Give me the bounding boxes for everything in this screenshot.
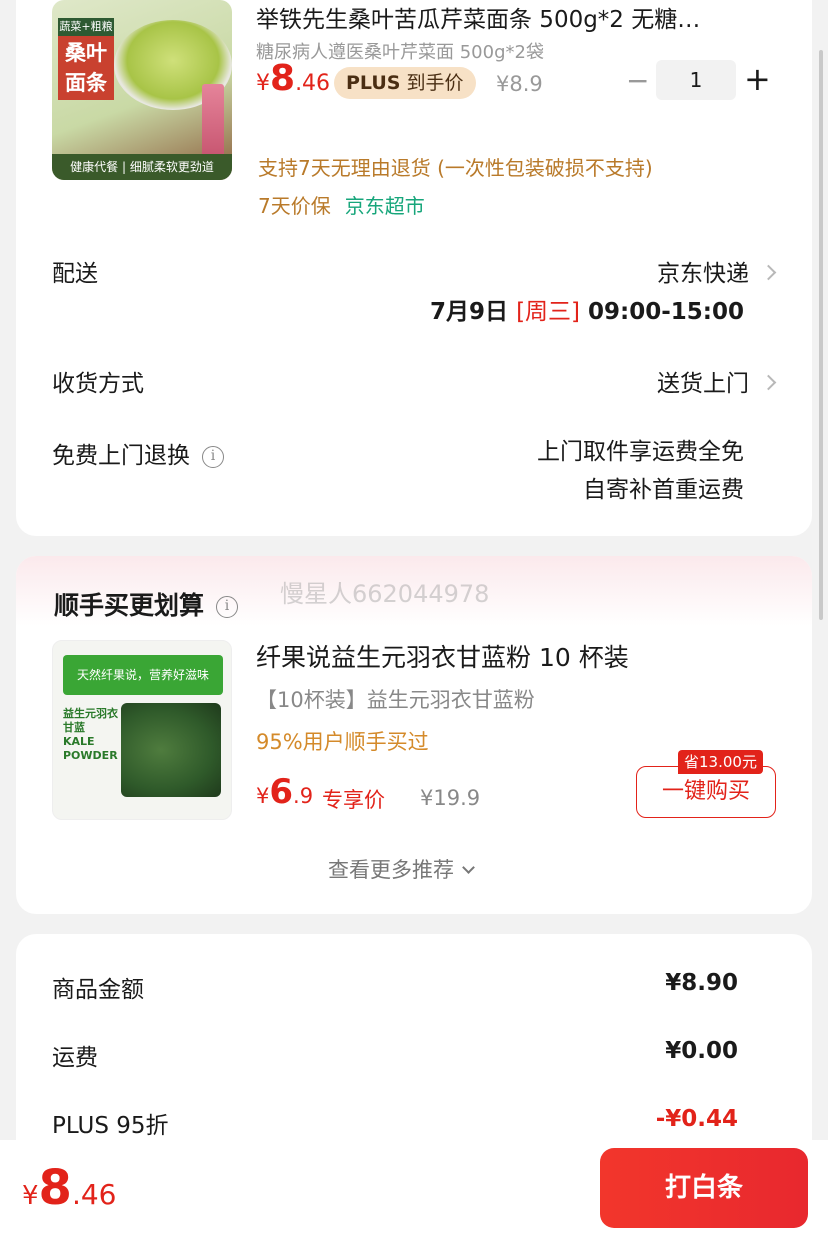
drink-bottle-illustration <box>202 84 224 158</box>
recommend-product-title[interactable]: 纤果说益生元羽衣甘蓝粉 10 杯装 <box>256 638 629 674</box>
checkout-bar: ¥8.46 打白条 <box>0 1140 828 1240</box>
price-currency: ¥ <box>256 71 270 96</box>
chevron-right-icon <box>760 374 777 391</box>
total-price: ¥8.46 <box>22 1160 116 1216</box>
save-amount-tag: 省13.00元 <box>678 750 763 774</box>
receive-method-value: 送货上门 <box>657 371 749 397</box>
price-currency: ¥ <box>22 1181 39 1211</box>
delivery-time: 7月9日 [周三] 09:00-15:00 <box>430 292 744 326</box>
summary-row-value: -¥0.44 <box>655 1106 738 1132</box>
delivery-label: 配送 <box>52 261 98 287</box>
recommend-product-subtitle: 【10杯装】益生元羽衣甘蓝粉 <box>256 688 535 712</box>
recommend-original-price: ¥19.9 <box>420 786 481 810</box>
chevron-down-icon <box>462 861 475 874</box>
recommend-price: ¥6.9 <box>256 772 313 812</box>
product-image[interactable]: 蔬菜+粗粮 桑叶面条 健康代餐 | 细腻柔软更劲道 <box>52 0 232 180</box>
summary-row-value: ¥0.00 <box>665 1038 738 1064</box>
product-original-price: ¥8.9 <box>496 72 543 96</box>
free-return-line1: 上门取件享运费全免 <box>537 439 744 465</box>
summary-row-value: ¥8.90 <box>665 970 738 996</box>
product-package-band: 天然纤果说，营养好滋味 <box>63 655 223 695</box>
recommend-bought-percent: 95%用户顺手买过 <box>256 730 429 754</box>
recommend-product-image[interactable]: 天然纤果说，营养好滋味 益生元羽衣甘蓝 KALE POWDER <box>52 640 232 820</box>
info-icon[interactable]: i <box>202 445 224 468</box>
delivery-date: 7月9日 <box>430 299 509 325</box>
pay-with-baitiao-button[interactable]: 打白条 <box>600 1148 808 1228</box>
quantity-minus-button[interactable]: − <box>626 64 649 97</box>
price-protect-tag: 7天价保 <box>258 194 331 218</box>
chevron-right-icon <box>760 264 777 281</box>
scrollbar[interactable] <box>819 50 823 620</box>
return-policy-text: 支持7天无理由退货 (一次性包装破损不支持) <box>258 156 653 180</box>
summary-row-label: PLUS 95折 <box>52 1113 169 1139</box>
product-image-tag-main: 桑叶面条 <box>58 36 114 100</box>
service-tags: 7天价保 京东超市 <box>258 190 425 219</box>
quantity-plus-button[interactable]: + <box>744 60 771 98</box>
plus-badge-plus: PLUS <box>346 72 401 94</box>
recommend-title: 顺手买更划算 i <box>54 586 239 622</box>
product-title[interactable]: 举铁先生桑叶苦瓜芹菜面条 500g*2 无糖… <box>256 0 776 34</box>
free-return-label: 免费上门退换 <box>52 443 190 469</box>
delivery-method-row[interactable]: 京东快递 <box>657 254 777 288</box>
summary-row-label: 商品金额 <box>52 977 144 1003</box>
price-integer: 6 <box>269 772 294 812</box>
product-image-tag-bottom: 健康代餐 | 细腻柔软更劲道 <box>52 154 232 180</box>
summary-row-label: 运费 <box>52 1045 98 1071</box>
delivery-method: 京东快递 <box>657 261 749 287</box>
plus-price-badge: PLUS 到手价 <box>334 67 476 99</box>
product-package-name: 益生元羽衣甘蓝 KALE POWDER <box>63 707 118 762</box>
kale-leaf-illustration <box>121 703 221 797</box>
delivery-time-range: 09:00-15:00 <box>588 299 744 325</box>
free-return-label-row: 免费上门退换 i <box>52 436 224 470</box>
see-more-recommend-link[interactable]: 查看更多推荐 <box>328 854 475 884</box>
receive-method-row[interactable]: 送货上门 <box>657 364 777 398</box>
plus-badge-text: 到手价 <box>400 72 464 94</box>
price-decimal: .46 <box>295 71 331 96</box>
recommend-title-text: 顺手买更划算 <box>54 591 205 620</box>
price-decimal: .9 <box>293 784 314 808</box>
quantity-input[interactable]: 1 <box>656 60 736 100</box>
product-image-tag-top: 蔬菜+粗粮 <box>58 18 114 36</box>
info-icon[interactable]: i <box>216 596 239 618</box>
price-integer: 8 <box>270 58 296 99</box>
exclusive-price-label: 专享价 <box>322 788 385 812</box>
price-decimal: .46 <box>71 1178 117 1211</box>
watermark: 慢星人662044978 <box>280 580 490 608</box>
order-product-card: 蔬菜+粗粮 桑叶面条 健康代餐 | 细腻柔软更劲道 举铁先生桑叶苦瓜芹菜面条 5… <box>16 0 812 536</box>
receive-method-label: 收货方式 <box>52 371 144 397</box>
store-tag[interactable]: 京东超市 <box>345 194 425 218</box>
delivery-weekday: [周三] <box>516 299 581 325</box>
see-more-text: 查看更多推荐 <box>328 858 454 882</box>
price-currency: ¥ <box>256 784 270 808</box>
free-return-line2: 自寄补首重运费 <box>583 477 744 503</box>
price-integer: 8 <box>38 1160 72 1216</box>
recommend-card: 慢星人662044978 顺手买更划算 i 天然纤果说，营养好滋味 益生元羽衣甘蓝… <box>16 556 812 914</box>
product-price: ¥8.46 <box>256 58 330 99</box>
